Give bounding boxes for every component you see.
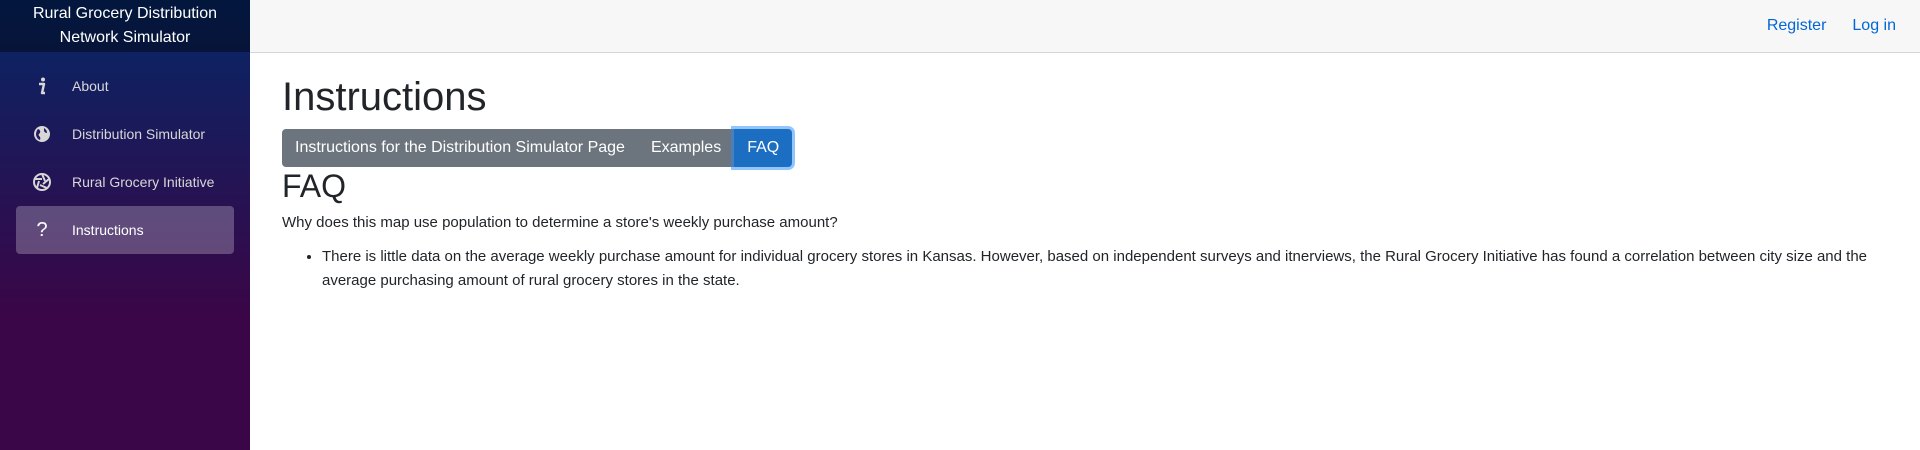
register-link[interactable]: Register (1767, 17, 1827, 35)
app-title: Rural Grocery Distribution Network Simul… (32, 5, 218, 46)
info-icon (30, 74, 54, 98)
question-mark-icon: ? (36, 218, 48, 241)
faq-question: Why does this map use population to dete… (282, 214, 838, 231)
sidebar-item-rural-grocery-initiative[interactable]: Rural Grocery Initiative (16, 158, 234, 206)
tab-examples[interactable]: Examples (637, 129, 735, 167)
sidebar-item-distribution-simulator[interactable]: Distribution Simulator (16, 110, 234, 158)
app-root: Rural Grocery Distribution Network Simul… (0, 0, 1920, 450)
aperture-icon (30, 170, 54, 194)
top-bar: Register Log in (250, 0, 1920, 53)
faq-answer-list: There is little data on the average week… (282, 245, 1888, 293)
login-link[interactable]: Log in (1852, 17, 1896, 35)
main-area: Register Log in Instructions Instruction… (250, 0, 1920, 450)
globe-icon (30, 122, 54, 146)
instruction-tabs: Instructions for the Distribution Simula… (282, 129, 793, 167)
section-title: FAQ (282, 168, 347, 204)
sidebar-item-label: Distribution Simulator (72, 126, 206, 142)
sidebar-nav: About Distribution Simulator Rural Groce… (0, 52, 250, 254)
page-content: Instructions Instructions for the Distri… (250, 53, 1920, 313)
sidebar-item-label: About (72, 78, 109, 94)
sidebar-item-label: Rural Grocery Initiative (72, 174, 215, 190)
sidebar-item-about[interactable]: About (16, 62, 234, 110)
sidebar: Rural Grocery Distribution Network Simul… (0, 0, 250, 450)
page-title: Instructions (282, 75, 487, 119)
sidebar-item-instructions[interactable]: ? Instructions (16, 206, 234, 254)
sidebar-item-label: Instructions (72, 222, 144, 238)
app-brand[interactable]: Rural Grocery Distribution Network Simul… (0, 0, 250, 52)
tab-instructions-simulator[interactable]: Instructions for the Distribution Simula… (282, 129, 638, 167)
faq-answer: There is little data on the average week… (322, 245, 1888, 293)
tab-faq[interactable]: FAQ (734, 129, 793, 167)
